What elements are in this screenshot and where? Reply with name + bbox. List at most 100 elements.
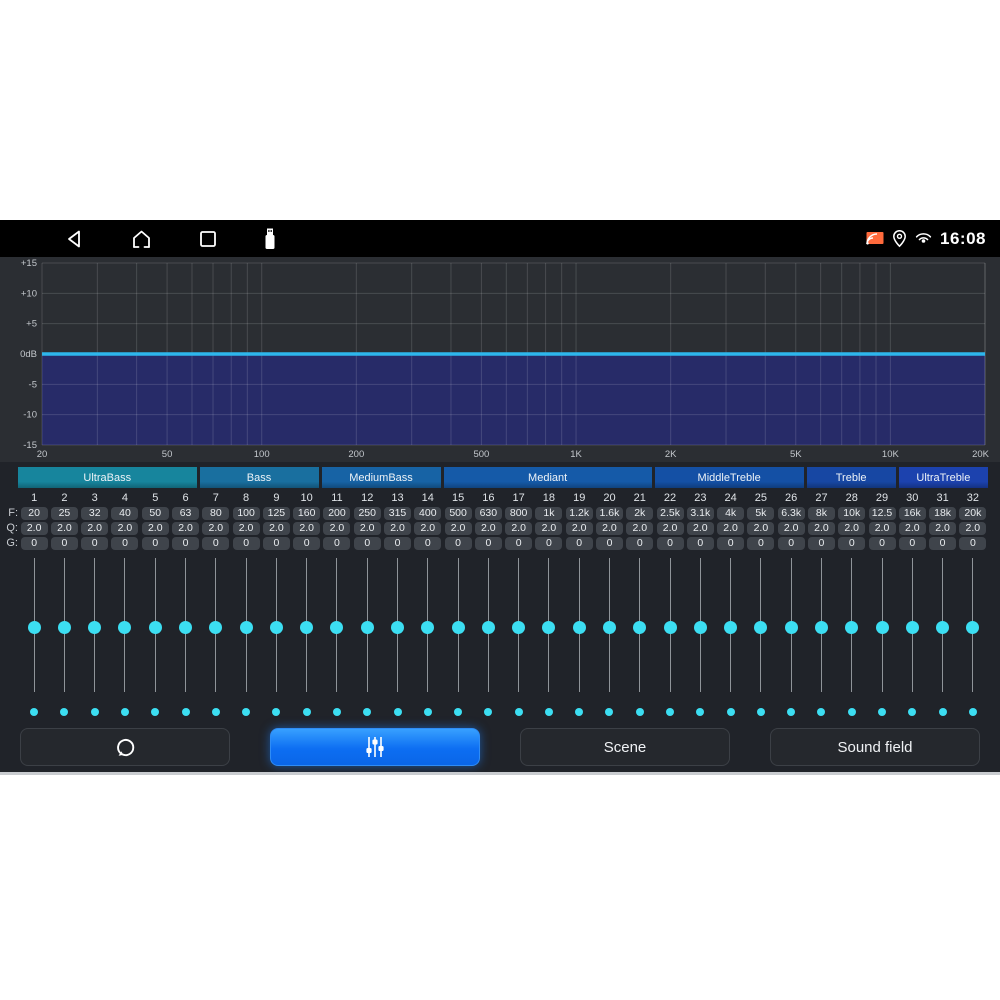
band-gain-value[interactable]: 0	[81, 537, 108, 550]
band-frequency-value[interactable]: 500	[445, 507, 472, 520]
band-indicator-dot[interactable]	[424, 708, 432, 716]
gain-slider[interactable]	[564, 553, 594, 701]
band-indicator-dot[interactable]	[394, 708, 402, 716]
band-gain-value[interactable]: 0	[808, 537, 835, 550]
gain-slider[interactable]	[867, 553, 897, 701]
band-indicator-dot[interactable]	[666, 708, 674, 716]
band-gain-value[interactable]: 0	[535, 537, 562, 550]
band-indicator-dot[interactable]	[908, 708, 916, 716]
scene-button[interactable]: Scene	[520, 728, 730, 766]
band-gain-value[interactable]: 0	[717, 537, 744, 550]
gain-slider[interactable]	[685, 553, 715, 701]
band-gain-value[interactable]: 0	[475, 537, 502, 550]
band-indicator-dot[interactable]	[151, 708, 159, 716]
band-gain-value[interactable]: 0	[142, 537, 169, 550]
band-gain-value[interactable]: 0	[959, 537, 986, 550]
band-frequency-value[interactable]: 1k	[535, 507, 562, 520]
band-gain-value[interactable]: 0	[233, 537, 260, 550]
band-q-value[interactable]: 2.0	[566, 522, 593, 535]
band-indicator-dot[interactable]	[121, 708, 129, 716]
band-frequency-value[interactable]: 160	[293, 507, 320, 520]
band-frequency-value[interactable]: 10k	[838, 507, 865, 520]
slider-thumb[interactable]	[936, 621, 949, 634]
slider-thumb[interactable]	[754, 621, 767, 634]
band-gain-value[interactable]: 0	[747, 537, 774, 550]
gain-slider[interactable]	[958, 553, 988, 701]
gain-slider[interactable]	[655, 553, 685, 701]
band-q-value[interactable]: 2.0	[687, 522, 714, 535]
band-q-value[interactable]: 2.0	[869, 522, 896, 535]
usb-device-icon[interactable]	[263, 227, 277, 251]
slider-thumb[interactable]	[815, 621, 828, 634]
slider-thumb[interactable]	[361, 621, 374, 634]
slider-thumb[interactable]	[88, 621, 101, 634]
band-frequency-value[interactable]: 100	[233, 507, 260, 520]
band-q-value[interactable]: 2.0	[323, 522, 350, 535]
band-q-value[interactable]: 2.0	[233, 522, 260, 535]
gain-slider[interactable]	[625, 553, 655, 701]
slider-thumb[interactable]	[330, 621, 343, 634]
band-frequency-value[interactable]: 125	[263, 507, 290, 520]
gain-slider[interactable]	[170, 553, 200, 701]
band-gain-value[interactable]: 0	[505, 537, 532, 550]
gain-slider[interactable]	[352, 553, 382, 701]
gain-slider[interactable]	[231, 553, 261, 701]
band-q-value[interactable]: 2.0	[81, 522, 108, 535]
band-frequency-value[interactable]: 800	[505, 507, 532, 520]
slider-thumb[interactable]	[906, 621, 919, 634]
band-indicator-dot[interactable]	[757, 708, 765, 716]
gain-slider[interactable]	[927, 553, 957, 701]
band-frequency-value[interactable]: 400	[414, 507, 441, 520]
slider-thumb[interactable]	[966, 621, 979, 634]
band-indicator-dot[interactable]	[303, 708, 311, 716]
band-q-value[interactable]: 2.0	[838, 522, 865, 535]
band-q-value[interactable]: 2.0	[142, 522, 169, 535]
band-gain-value[interactable]: 0	[899, 537, 926, 550]
band-indicator-dot[interactable]	[30, 708, 38, 716]
band-indicator-dot[interactable]	[272, 708, 280, 716]
slider-thumb[interactable]	[512, 621, 525, 634]
band-q-value[interactable]: 2.0	[445, 522, 472, 535]
band-indicator-dot[interactable]	[454, 708, 462, 716]
slider-thumb[interactable]	[421, 621, 434, 634]
band-q-value[interactable]: 2.0	[657, 522, 684, 535]
band-frequency-value[interactable]: 80	[202, 507, 229, 520]
slider-thumb[interactable]	[633, 621, 646, 634]
eq-response-graph[interactable]: +15+10+50dB-5-10-1520501002005001K2K5K10…	[0, 257, 1000, 462]
band-q-value[interactable]: 2.0	[51, 522, 78, 535]
band-indicator-dot[interactable]	[182, 708, 190, 716]
slider-thumb[interactable]	[240, 621, 253, 634]
band-q-value[interactable]: 2.0	[626, 522, 653, 535]
band-q-value[interactable]: 2.0	[596, 522, 623, 535]
band-gain-value[interactable]: 0	[323, 537, 350, 550]
home-icon[interactable]	[130, 228, 153, 250]
band-q-value[interactable]: 2.0	[959, 522, 986, 535]
gain-slider[interactable]	[776, 553, 806, 701]
band-indicator-dot[interactable]	[212, 708, 220, 716]
gain-slider[interactable]	[594, 553, 624, 701]
back-icon[interactable]	[64, 228, 86, 250]
band-gain-value[interactable]: 0	[838, 537, 865, 550]
band-q-value[interactable]: 2.0	[505, 522, 532, 535]
band-gain-value[interactable]: 0	[51, 537, 78, 550]
band-indicator-dot[interactable]	[515, 708, 523, 716]
band-q-value[interactable]: 2.0	[808, 522, 835, 535]
slider-thumb[interactable]	[58, 621, 71, 634]
band-gain-value[interactable]: 0	[778, 537, 805, 550]
slider-thumb[interactable]	[179, 621, 192, 634]
band-frequency-value[interactable]: 20k	[959, 507, 986, 520]
band-gain-value[interactable]: 0	[657, 537, 684, 550]
band-indicator-dot[interactable]	[696, 708, 704, 716]
gain-slider[interactable]	[534, 553, 564, 701]
gain-slider[interactable]	[292, 553, 322, 701]
band-gain-value[interactable]: 0	[626, 537, 653, 550]
band-frequency-value[interactable]: 2k	[626, 507, 653, 520]
band-frequency-value[interactable]: 200	[323, 507, 350, 520]
band-frequency-value[interactable]: 25	[51, 507, 78, 520]
band-indicator-dot[interactable]	[242, 708, 250, 716]
band-q-value[interactable]: 2.0	[293, 522, 320, 535]
gain-slider[interactable]	[110, 553, 140, 701]
slider-thumb[interactable]	[542, 621, 555, 634]
slider-thumb[interactable]	[694, 621, 707, 634]
slider-thumb[interactable]	[845, 621, 858, 634]
